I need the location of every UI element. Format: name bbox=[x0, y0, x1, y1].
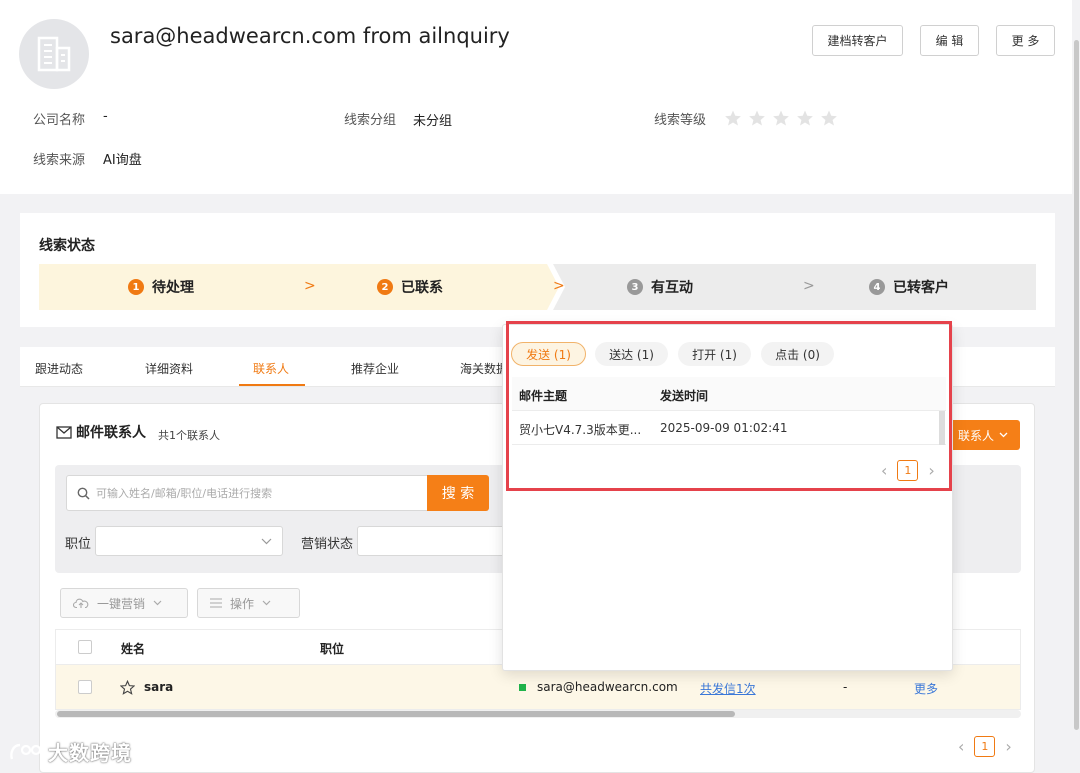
add-contact-button[interactable]: 联系人 bbox=[945, 420, 1020, 450]
step-arrow: > bbox=[304, 278, 316, 294]
step-number: 4 bbox=[869, 279, 885, 295]
tab-contacts[interactable]: 联系人 bbox=[253, 360, 289, 377]
operate-label: 操作 bbox=[230, 596, 255, 611]
step-number: 1 bbox=[128, 279, 144, 295]
star-icon[interactable] bbox=[820, 109, 838, 127]
select-all-checkbox[interactable] bbox=[78, 640, 92, 654]
contacts-title: 邮件联系人 bbox=[56, 422, 146, 442]
star-icon[interactable] bbox=[748, 109, 766, 127]
vertical-scrollbar[interactable] bbox=[1074, 40, 1079, 730]
contact-name: sara bbox=[144, 680, 174, 694]
row-more-link[interactable]: 更多 bbox=[914, 680, 938, 697]
watermark: 大数跨境 bbox=[8, 737, 132, 766]
search-placeholder: 可输入姓名/邮箱/职位/电话进行搜索 bbox=[96, 487, 273, 500]
lead-source-label: 线索来源 bbox=[33, 153, 86, 168]
bulk-marketing-button[interactable]: 一键营销 bbox=[60, 588, 188, 618]
company-avatar bbox=[19, 19, 89, 89]
lead-level-label: 线索等级 bbox=[654, 113, 707, 128]
step-arrow: > bbox=[553, 278, 565, 294]
tab-recommended[interactable]: 推荐企业 bbox=[351, 360, 399, 377]
page-number[interactable]: 1 bbox=[974, 736, 996, 757]
star-icon[interactable] bbox=[796, 109, 814, 127]
scroll-thumb[interactable] bbox=[57, 711, 735, 717]
building-icon bbox=[37, 36, 71, 72]
lead-source-value: AI询盘 bbox=[103, 153, 142, 168]
position-select[interactable] bbox=[95, 526, 283, 556]
prev-page-icon[interactable]: ‹ bbox=[958, 737, 964, 756]
position-filter-label: 职位 bbox=[65, 537, 92, 552]
step-number: 3 bbox=[627, 279, 643, 295]
company-name-value: - bbox=[103, 109, 108, 124]
step-number: 2 bbox=[377, 279, 393, 295]
marketing-status-select[interactable] bbox=[357, 526, 507, 556]
step-contacted[interactable]: 2 已联系 bbox=[377, 277, 443, 297]
contacts-pagination: ‹ 1 › bbox=[958, 736, 1012, 757]
tab-follow-up[interactable]: 跟进动态 bbox=[35, 360, 83, 377]
more-button[interactable]: 更 多 bbox=[996, 25, 1055, 56]
search-icon bbox=[77, 487, 90, 500]
search-button[interactable]: 搜 索 bbox=[427, 475, 489, 511]
watermark-text: 大数跨境 bbox=[48, 741, 132, 765]
chevron-down-icon bbox=[262, 600, 271, 606]
step-converted[interactable]: 4 已转客户 bbox=[869, 277, 949, 297]
marketing-status-label: 营销状态 bbox=[301, 537, 354, 552]
lead-status-card: 线索状态 1 待处理 > 2 已联系 > 3 有互动 > 4 已转客户 bbox=[20, 213, 1055, 327]
lead-rating[interactable] bbox=[724, 109, 838, 127]
contact-email: sara@headwearcn.com bbox=[537, 680, 678, 694]
sent-count-link[interactable]: 共发信1次 bbox=[700, 680, 756, 697]
step-interacted[interactable]: 3 有互动 bbox=[627, 277, 693, 297]
star-outline-icon[interactable] bbox=[120, 680, 135, 695]
step-label: 有互动 bbox=[651, 280, 693, 296]
tab-underline bbox=[239, 384, 305, 386]
lead-group-value: 未分组 bbox=[413, 114, 453, 129]
step-label: 待处理 bbox=[152, 280, 194, 296]
highlight-box bbox=[506, 321, 952, 491]
horizontal-scrollbar[interactable] bbox=[55, 710, 1021, 718]
tab-customs-data[interactable]: 海关数据 bbox=[460, 360, 508, 377]
operate-button[interactable]: 操作 bbox=[197, 588, 300, 618]
lead-group-label: 线索分组 bbox=[344, 113, 397, 128]
page-title: sara@headwearcn.com from ailnquiry bbox=[110, 24, 510, 48]
step-pending[interactable]: 1 待处理 bbox=[128, 277, 194, 297]
step-label: 已转客户 bbox=[893, 280, 949, 296]
tab-details[interactable]: 详细资料 bbox=[145, 360, 193, 377]
chevron-down-icon bbox=[261, 538, 272, 544]
add-contact-label: 联系人 bbox=[957, 428, 994, 443]
lead-header: sara@headwearcn.com from ailnquiry 建档转客户… bbox=[0, 0, 1072, 194]
contacts-title-text: 邮件联系人 bbox=[76, 425, 146, 441]
star-icon[interactable] bbox=[724, 109, 742, 127]
email-status-dot bbox=[519, 684, 526, 691]
star-icon[interactable] bbox=[772, 109, 790, 127]
status-title: 线索状态 bbox=[39, 238, 95, 254]
contact-dash: - bbox=[843, 680, 848, 694]
contact-search-input[interactable]: 可输入姓名/邮箱/职位/电话进行搜索 bbox=[66, 475, 428, 511]
step-label: 已联系 bbox=[401, 280, 443, 296]
company-name-label: 公司名称 bbox=[33, 113, 86, 128]
row-checkbox[interactable] bbox=[78, 680, 92, 694]
steps-rest-bg bbox=[553, 264, 1036, 310]
mail-icon bbox=[56, 425, 72, 439]
edit-button[interactable]: 编 辑 bbox=[920, 25, 979, 56]
status-steps: 1 待处理 > 2 已联系 > 3 有互动 > 4 已转客户 bbox=[39, 264, 1036, 310]
chevron-down-icon bbox=[153, 600, 162, 606]
bulk-marketing-label: 一键营销 bbox=[97, 596, 146, 611]
list-icon bbox=[210, 598, 222, 608]
chevron-down-icon bbox=[999, 432, 1008, 438]
contacts-count: 共1个联系人 bbox=[158, 429, 220, 442]
step-arrow: > bbox=[803, 278, 815, 294]
cloud-upload-icon bbox=[73, 598, 89, 609]
archive-to-customer-button[interactable]: 建档转客户 bbox=[812, 25, 903, 56]
column-position: 职位 bbox=[320, 642, 345, 656]
next-page-icon[interactable]: › bbox=[1005, 737, 1011, 756]
steps-active-bg bbox=[39, 264, 559, 310]
column-name: 姓名 bbox=[121, 642, 146, 656]
watermark-logo-icon bbox=[10, 743, 42, 759]
